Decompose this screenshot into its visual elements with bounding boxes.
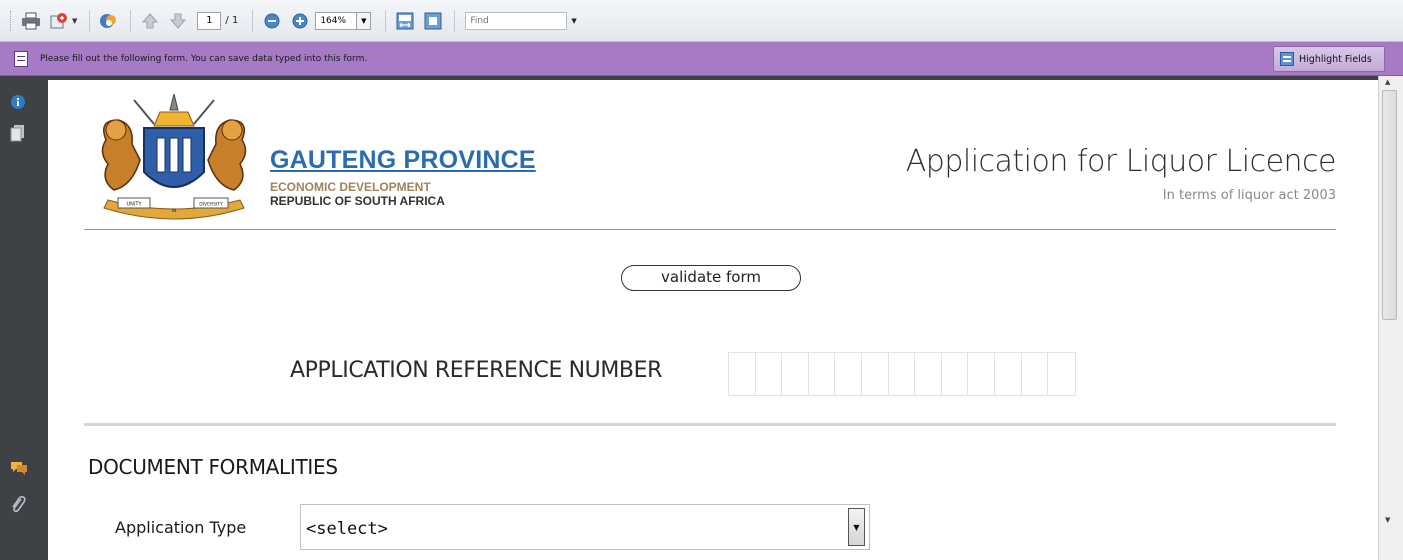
header-divider [84, 229, 1336, 230]
page-number-input[interactable]: 1 [197, 11, 222, 30]
full-screen-icon[interactable] [420, 8, 446, 34]
find-dropdown-icon[interactable]: ▼ [571, 17, 576, 25]
collaborate-icon[interactable] [96, 8, 122, 34]
reference-number-box[interactable] [915, 353, 942, 395]
reference-number-box[interactable] [729, 353, 756, 395]
toolbar-separator [89, 9, 91, 32]
reference-number-box[interactable] [756, 353, 783, 395]
scrollbar-thumb[interactable] [1382, 90, 1397, 320]
reference-number-box[interactable] [995, 353, 1022, 395]
fit-width-icon[interactable] [392, 8, 418, 34]
find-input[interactable]: Find [465, 11, 568, 30]
highlight-fields-button[interactable]: Highlight Fields [1273, 46, 1385, 72]
toolbar-grip [10, 10, 12, 31]
zoom-dropdown-icon[interactable]: ▼ [357, 11, 372, 30]
reference-number-box[interactable] [1048, 353, 1075, 395]
previous-page-icon[interactable] [137, 8, 163, 34]
scroll-down-icon[interactable]: ▼ [1385, 516, 1390, 524]
coat-of-arms-logo: UNITY IN DIVERSITY [101, 93, 247, 220]
highlight-fields-icon [1280, 52, 1294, 66]
svg-text:UNITY: UNITY [127, 202, 143, 208]
print-icon[interactable] [18, 8, 44, 34]
section-divider [84, 423, 1336, 426]
page-total: / 1 [225, 15, 239, 26]
scroll-up-icon[interactable]: ▲ [1385, 78, 1390, 86]
pdf-viewer-window: ▼ 1 / 1 164% ▼ Find ▼ Please fill out th… [0, 0, 1403, 560]
toolbar-separator [454, 9, 456, 32]
form-icon [14, 50, 28, 67]
reference-number-box[interactable] [782, 353, 809, 395]
zoom-out-icon[interactable] [259, 8, 285, 34]
share-icon[interactable] [46, 8, 72, 34]
section-title: DOCUMENT FORMALITIES [88, 455, 338, 479]
info-icon[interactable] [10, 94, 26, 110]
share-dropdown-icon[interactable]: ▼ [72, 17, 77, 25]
toolbar-separator [252, 9, 254, 32]
toolbar: ▼ 1 / 1 164% ▼ Find ▼ [0, 0, 1403, 42]
attachments-icon[interactable] [10, 494, 26, 514]
validate-form-button[interactable]: validate form [621, 265, 801, 291]
document-subtitle: In terms of liquor act 2003 [1162, 188, 1336, 203]
application-type-select[interactable]: <select> ▼ [300, 504, 870, 550]
reference-number-box[interactable] [862, 353, 889, 395]
form-message: Please fill out the following form. You … [40, 53, 368, 64]
department-name: ECONOMIC DEVELOPMENT [270, 180, 431, 194]
document-title: Application for Liquor Licence [905, 144, 1337, 179]
zoom-in-icon[interactable] [287, 8, 313, 34]
comments-icon[interactable] [10, 460, 28, 476]
toolbar-separator [385, 9, 387, 32]
chevron-down-icon[interactable]: ▼ [848, 508, 865, 546]
country-name: REPUBLIC OF SOUTH AFRICA [270, 194, 445, 208]
reference-number-box[interactable] [835, 353, 862, 395]
reference-number-box[interactable] [1022, 353, 1049, 395]
organization-name[interactable]: GAUTENG PROVINCE [270, 146, 536, 175]
zoom-input[interactable]: 164% [315, 11, 358, 30]
form-message-bar: Please fill out the following form. You … [0, 42, 1403, 76]
highlight-fields-label: Highlight Fields [1299, 53, 1372, 65]
pdf-page: UNITY IN DIVERSITY GAUTENG PROVINCE ECON… [48, 80, 1378, 560]
toolbar-separator [130, 9, 132, 32]
reference-number-box[interactable] [809, 353, 836, 395]
svg-text:DIVERSITY: DIVERSITY [199, 202, 223, 208]
application-type-value: <select> [306, 519, 388, 539]
reference-number-box[interactable] [942, 353, 969, 395]
reference-number-box[interactable] [889, 353, 916, 395]
navigation-pane [0, 76, 36, 560]
reference-number-field[interactable] [728, 352, 1076, 396]
application-type-label: Application Type [115, 518, 247, 537]
reference-number-label: APPLICATION REFERENCE NUMBER [290, 358, 662, 383]
svg-text:IN: IN [172, 208, 177, 214]
vertical-scrollbar[interactable]: ▲ ▼ [1378, 76, 1403, 560]
next-page-icon[interactable] [165, 8, 191, 34]
reference-number-box[interactable] [968, 353, 995, 395]
pages-icon[interactable] [10, 124, 26, 142]
